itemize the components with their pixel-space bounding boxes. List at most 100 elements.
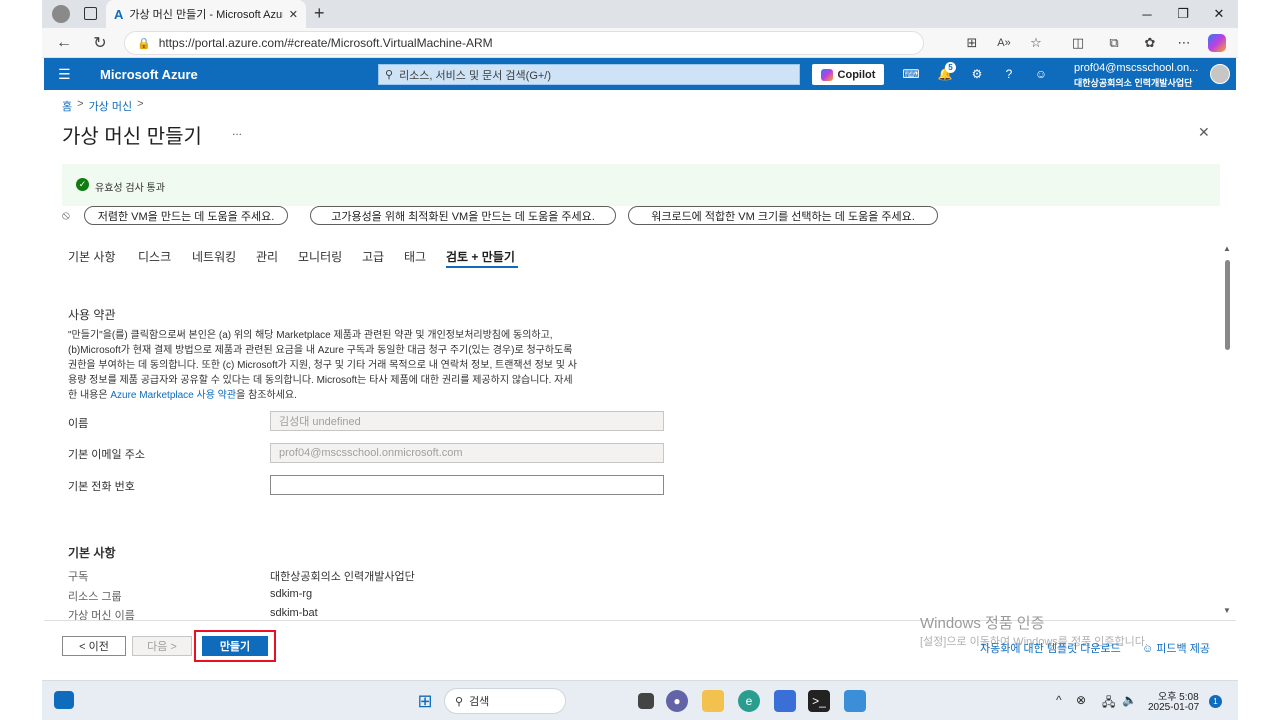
widgets-icon[interactable] [54, 691, 74, 709]
feedback-icon[interactable]: ☺ [1032, 65, 1050, 83]
activation-watermark-title: Windows 정품 인증 [920, 615, 1045, 632]
scrollbar-up-icon[interactable]: ▲ [1223, 244, 1231, 253]
phone-field[interactable] [270, 475, 664, 495]
validation-banner [62, 164, 1220, 206]
terms-line-prefix: 한 내용은 [68, 390, 111, 401]
breadcrumb-vm[interactable]: 가상 머신 [89, 98, 133, 114]
azure-header: ☰ Microsoft Azure ⚲ 리소스, 서비스 및 문서 검색(G+/… [44, 58, 1236, 90]
collections-icon[interactable]: ⧉ [1104, 34, 1124, 52]
file-explorer-icon[interactable] [702, 690, 724, 712]
more-menu-icon[interactable]: ⋯ [1174, 34, 1194, 52]
start-windows-icon[interactable]: ⊞ [414, 690, 436, 712]
profile-icon[interactable] [52, 5, 70, 23]
refresh-icon[interactable]: ↻ [90, 34, 110, 52]
minimize-icon[interactable]: ─ [1132, 4, 1162, 24]
breadcrumb-home[interactable]: 홈 [62, 98, 72, 114]
tab-strip: A 가상 머신 만들기 - Microsoft Azure ✕ + ─ ❐ ✕ [42, 0, 1238, 28]
favorite-icon[interactable]: ☆ [1026, 34, 1046, 52]
phone-label: 기본 전화 번호 [68, 481, 135, 493]
subscription-value: 대한상공회의소 인력개발사업단 [270, 571, 415, 583]
store-icon[interactable] [774, 690, 796, 712]
resource-group-value: sdkim-rg [270, 588, 313, 600]
app-available-icon[interactable]: ⊞ [962, 34, 982, 52]
footer-divider [44, 620, 1236, 621]
volume-icon[interactable]: 🔈 [1122, 693, 1137, 707]
terms-line: 권한을 부여하는 데 동의합니다. 또한 (c) Microsoft가 지원, … [68, 360, 577, 371]
extensions-icon[interactable]: ✿ [1140, 34, 1160, 52]
teams-icon[interactable]: ● [666, 690, 688, 712]
active-tab-indicator [446, 266, 518, 268]
scrollbar-down-icon[interactable]: ▼ [1223, 606, 1231, 615]
tab-basics[interactable]: 기본 사항 [68, 248, 116, 265]
azure-logo-icon: A [114, 6, 124, 22]
more-options-icon[interactable]: ... [232, 124, 242, 138]
new-tab-icon[interactable]: + [314, 3, 325, 24]
terminal-icon[interactable]: >_ [808, 690, 830, 712]
tab-monitoring[interactable]: 모니터링 [298, 248, 342, 265]
basics-heading: 기본 사항 [68, 546, 116, 560]
close-icon[interactable]: ✕ [1198, 124, 1210, 141]
network-icon[interactable]: 🖧 [1102, 693, 1115, 714]
tab-actions-icon[interactable] [84, 7, 97, 20]
validation-text: 유효성 검사 통과 [95, 183, 165, 194]
notepad-icon[interactable] [844, 690, 866, 712]
suggestion-cheap-vm[interactable]: 저렴한 VM을 만드는 데 도움을 주세요. [84, 206, 288, 225]
terms-text: "만들기"을(를) 클릭함으로써 본인은 (a) 위의 해당 Marketpla… [68, 328, 577, 403]
browser-tab-active[interactable]: A 가상 머신 만들기 - Microsoft Azure ✕ [106, 0, 306, 28]
marketplace-terms-link[interactable]: Azure Marketplace 사용 약관 [110, 390, 236, 401]
tray-app-icon[interactable]: ⊗ [1076, 693, 1086, 707]
split-screen-icon[interactable]: ◫ [1068, 34, 1088, 52]
suggestion-vm-size[interactable]: 워크로드에 적합한 VM 크기를 선택하는 데 도움을 주세요. [628, 206, 938, 225]
cloud-shell-icon[interactable]: ⌨ [902, 65, 920, 83]
taskbar-search[interactable]: ⚲ 검색 [444, 688, 566, 714]
clock-time[interactable]: 오후 5:08 [1158, 688, 1199, 703]
settings-gear-icon[interactable]: ⚙ [968, 65, 986, 83]
help-icon[interactable]: ? [1000, 65, 1018, 83]
tab-review-create[interactable]: 검토 + 만들기 [446, 248, 515, 265]
scrollbar-thumb[interactable] [1225, 260, 1230, 350]
avatar[interactable] [1210, 64, 1230, 84]
copilot-label: Copilot [837, 68, 876, 81]
name-label: 이름 [68, 418, 89, 430]
tab-disks[interactable]: 디스크 [138, 248, 171, 265]
edge-icon[interactable]: e [738, 690, 760, 712]
brand[interactable]: Microsoft Azure [100, 67, 198, 82]
vm-name-value: sdkim-bat [270, 607, 318, 619]
tab-tags[interactable]: 태그 [404, 248, 426, 265]
feedback-person-icon: ☺ [1142, 643, 1154, 655]
page-title: 가상 머신 만들기 [62, 126, 202, 148]
restore-icon[interactable]: ❐ [1168, 4, 1198, 24]
hamburger-menu-icon[interactable]: ☰ [58, 66, 71, 83]
copilot-suggest-icon: ⦸ [62, 208, 70, 222]
tab-close-icon[interactable]: ✕ [289, 8, 298, 21]
tab-networking[interactable]: 네트워킹 [192, 248, 236, 265]
email-field: prof04@mscsschool.onmicrosoft.com [270, 443, 664, 463]
read-aloud-icon[interactable]: A» [994, 34, 1014, 52]
address-bar[interactable]: 🔒 https://portal.azure.com/#create/Micro… [124, 31, 924, 55]
tab-advanced[interactable]: 고급 [362, 248, 384, 265]
main-content: 홈 > 가상 머신 > 가상 머신 만들기 ... ✕ ✓ 유효성 검사 통과 … [44, 90, 1236, 676]
feedback-link[interactable]: ☺ 피드백 제공 [1142, 640, 1210, 656]
task-view-icon[interactable] [638, 693, 654, 709]
suggestion-high-availability[interactable]: 고가용성을 위해 최적화된 VM을 만드는 데 도움을 주세요. [310, 206, 616, 225]
account-email[interactable]: prof04@mscsschool.on... [1074, 62, 1198, 74]
download-template-link[interactable]: 자동화에 대한 템플릿 다운로드 [980, 640, 1121, 656]
window-close-icon[interactable]: ✕ [1204, 4, 1234, 24]
resource-group-label: 리소스 그룹 [68, 591, 122, 603]
site-info-icon[interactable]: 🔒 [137, 37, 151, 50]
tray-chevron-icon[interactable]: ^ [1056, 693, 1062, 707]
clock-date[interactable]: 2025-01-07 [1148, 702, 1199, 713]
back-icon[interactable]: ← [54, 34, 74, 52]
address-row: ← ↻ 🔒 https://portal.azure.com/#create/M… [42, 28, 1238, 58]
copilot-button[interactable]: Copilot [812, 64, 884, 85]
create-button[interactable]: 만들기 [202, 636, 268, 656]
breadcrumb-separator: > [77, 98, 84, 110]
subscription-label: 구독 [68, 571, 89, 583]
copilot-browser-icon[interactable] [1208, 34, 1226, 52]
taskbar: ⊞ ⚲ 검색 ● e >_ ^ ⊗ 🖧 🔈 오후 5:08 2025-01-07… [42, 680, 1238, 720]
breadcrumb-separator: > [137, 98, 144, 110]
search-input[interactable]: ⚲ 리소스, 서비스 및 문서 검색(G+/) [378, 64, 800, 85]
notification-center-badge[interactable]: 1 [1209, 695, 1222, 708]
tab-management[interactable]: 관리 [256, 248, 278, 265]
previous-button[interactable]: < 이전 [62, 636, 126, 656]
